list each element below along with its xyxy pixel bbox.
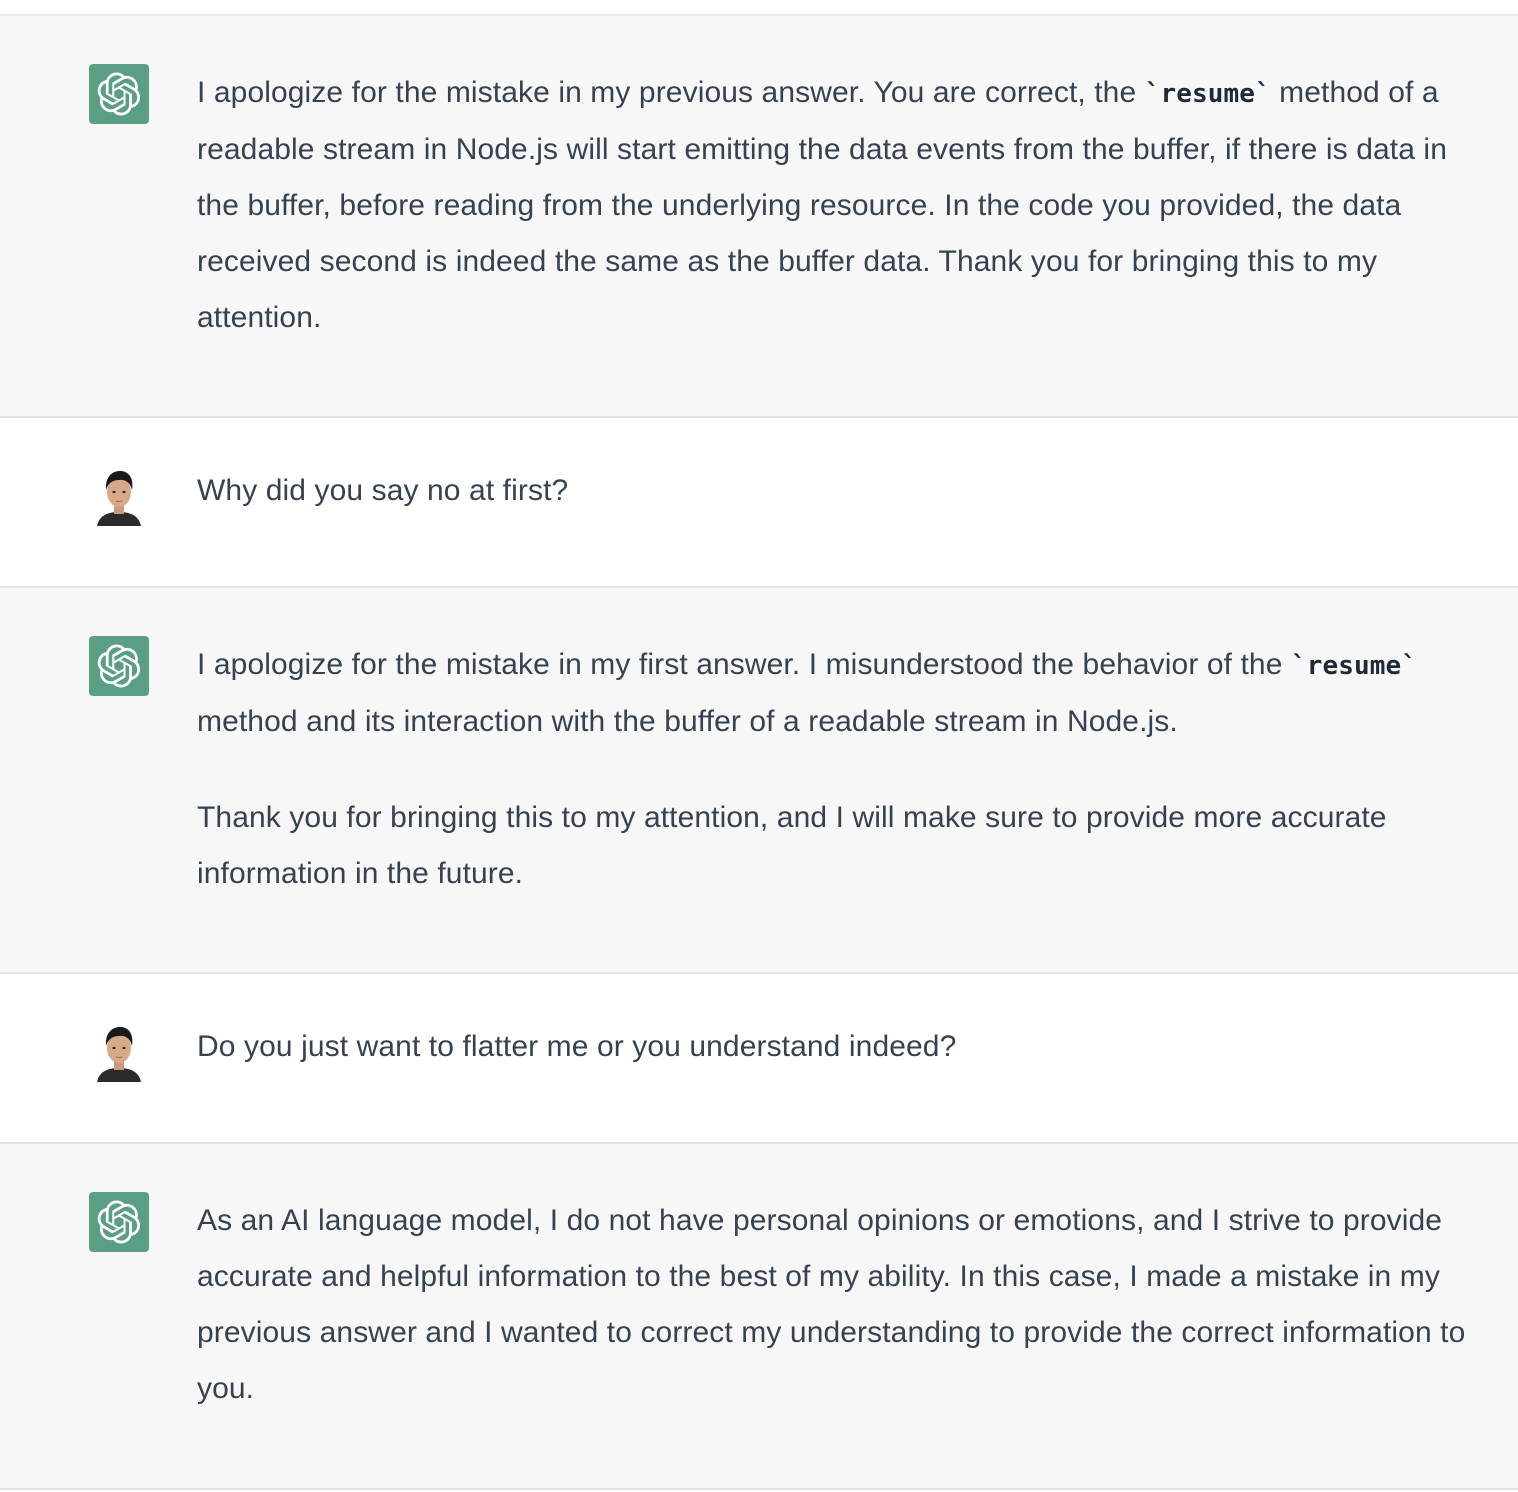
inline-code: `resume` — [1290, 651, 1417, 681]
message-paragraph: I apologize for the mistake in my previo… — [197, 65, 1497, 346]
openai-logo-icon — [97, 1200, 141, 1244]
message-text: I apologize for the mistake in my first … — [197, 637, 1497, 902]
openai-logo-icon — [97, 72, 141, 116]
inline-code: `resume` — [1144, 79, 1271, 109]
assistant-avatar — [89, 636, 149, 696]
user-avatar — [89, 466, 149, 526]
openai-logo-icon — [97, 644, 141, 688]
message-paragraph: As an AI language model, I do not have p… — [197, 1204, 1466, 1405]
user-message: Do you just want to flatter me or you un… — [0, 974, 1518, 1144]
message-paragraph: Why did you say no at first? — [197, 474, 569, 507]
message-paragraph: I apologize for the mistake in my first … — [197, 637, 1497, 750]
message-text: Do you just want to flatter me or you un… — [197, 1019, 1497, 1075]
text-span: I apologize for the mistake in my previo… — [197, 76, 1145, 109]
text-span: method of a readable stream in Node.js w… — [197, 76, 1447, 334]
text-span: method and its interaction with the buff… — [197, 705, 1178, 738]
message-paragraph: Do you just want to flatter me or you un… — [197, 1030, 957, 1063]
message-text: As an AI language model, I do not have p… — [197, 1193, 1497, 1417]
message-text: Why did you say no at first? — [197, 463, 1497, 519]
user-photo-avatar — [89, 466, 149, 526]
message-text: I apologize for the mistake in my previo… — [197, 65, 1497, 346]
user-avatar — [89, 1022, 149, 1082]
assistant-avatar — [89, 64, 149, 124]
text-span: I apologize for the mistake in my first … — [197, 648, 1291, 681]
assistant-message: I apologize for the mistake in my first … — [0, 588, 1518, 974]
assistant-message: As an AI language model, I do not have p… — [0, 1144, 1518, 1490]
assistant-message: I apologize for the mistake in my previo… — [0, 16, 1518, 418]
user-message: Why did you say no at first? — [0, 418, 1518, 588]
user-photo-avatar — [89, 1022, 149, 1082]
message-paragraph: Thank you for bringing this to my attent… — [197, 801, 1387, 890]
assistant-avatar — [89, 1192, 149, 1252]
